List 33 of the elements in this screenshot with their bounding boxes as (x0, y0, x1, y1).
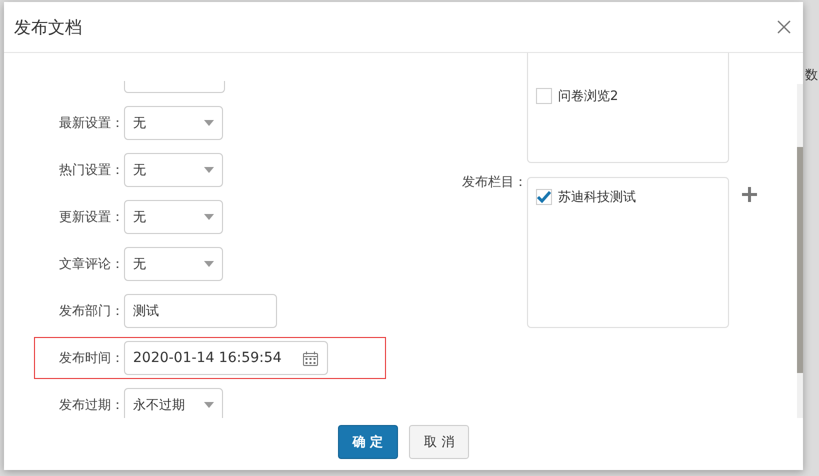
field-label: 发布栏目： (461, 174, 527, 191)
caret-icon (204, 261, 214, 267)
input-field[interactable]: 测试 (124, 294, 277, 328)
select-field[interactable]: 无 (124, 200, 223, 234)
select-field[interactable]: 永不过期 (124, 388, 223, 418)
scrollbar[interactable] (797, 84, 803, 418)
checkbox-label: 问卷浏览2 (558, 88, 618, 105)
date-field[interactable]: 2020-01-14 16:59:54 (124, 341, 328, 375)
field-label: 热门设置： (58, 162, 124, 179)
caret-icon (204, 120, 214, 126)
field-label: 发布时间： (58, 350, 124, 367)
select-field[interactable]: 无 (124, 153, 223, 187)
calendar-icon (302, 350, 319, 366)
field-label: 发布部门： (58, 303, 124, 320)
checkbox[interactable] (536, 88, 552, 104)
field-label: 发布过期： (58, 397, 124, 414)
plus-icon[interactable] (742, 187, 757, 202)
input-field[interactable] (124, 81, 225, 93)
field-label: 文章评论： (58, 256, 124, 273)
caret-icon (204, 402, 214, 408)
field-label: 最新设置： (58, 115, 124, 132)
checkbox[interactable] (536, 189, 552, 205)
select-field[interactable]: 无 (124, 106, 223, 140)
checkbox-label: 苏迪科技测试 (558, 189, 636, 206)
field-label: 更新设置： (58, 209, 124, 226)
confirm-button[interactable]: 确 定 (338, 425, 398, 459)
dialog-title: 发布文档 (14, 16, 82, 38)
caret-icon (204, 214, 214, 220)
column-header: 数 (805, 67, 818, 84)
select-field[interactable]: 无 (124, 247, 223, 281)
close-icon[interactable] (777, 20, 791, 34)
caret-icon (204, 167, 214, 173)
cancel-button[interactable]: 取 消 (409, 425, 470, 459)
